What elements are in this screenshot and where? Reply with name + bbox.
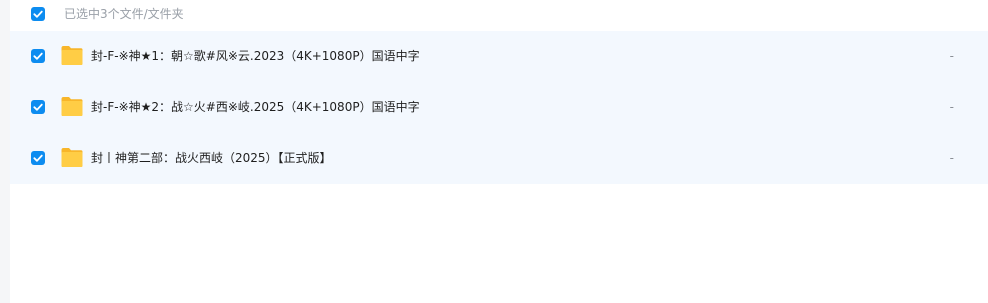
file-name[interactable]: 封丨神第二部：战火西岐（2025）【正式版】: [91, 149, 332, 167]
check-icon: [33, 103, 43, 111]
file-name[interactable]: 封-F-※神★1：朝☆歌#风※云.2023（4K+1080P）国语中字: [91, 47, 420, 65]
left-panel-edge: [0, 0, 10, 303]
selection-header: 已选中3个文件/文件夹: [10, 0, 988, 30]
select-all-checkbox[interactable]: [31, 7, 45, 21]
file-list: 封-F-※神★1：朝☆歌#风※云.2023（4K+1080P）国语中字 - 封-…: [10, 31, 988, 184]
file-row[interactable]: 封-F-※神★2：战☆火#西※岐.2025（4K+1080P）国语中字 -: [10, 82, 988, 133]
folder-icon: [61, 46, 83, 65]
check-icon: [33, 10, 43, 18]
selection-count-text: 已选中3个文件/文件夹: [64, 7, 184, 21]
row-checkbox[interactable]: [31, 100, 45, 114]
folder-icon: [61, 148, 83, 167]
file-size: -: [949, 151, 954, 165]
file-size: -: [949, 100, 954, 114]
file-name[interactable]: 封-F-※神★2：战☆火#西※岐.2025（4K+1080P）国语中字: [91, 98, 420, 116]
row-checkbox[interactable]: [31, 49, 45, 63]
row-checkbox[interactable]: [31, 151, 45, 165]
file-size: -: [949, 49, 954, 63]
folder-icon: [61, 97, 83, 116]
file-row[interactable]: 封-F-※神★1：朝☆歌#风※云.2023（4K+1080P）国语中字 -: [10, 31, 988, 82]
file-row[interactable]: 封丨神第二部：战火西岐（2025）【正式版】 -: [10, 133, 988, 184]
check-icon: [33, 154, 43, 162]
check-icon: [33, 52, 43, 60]
